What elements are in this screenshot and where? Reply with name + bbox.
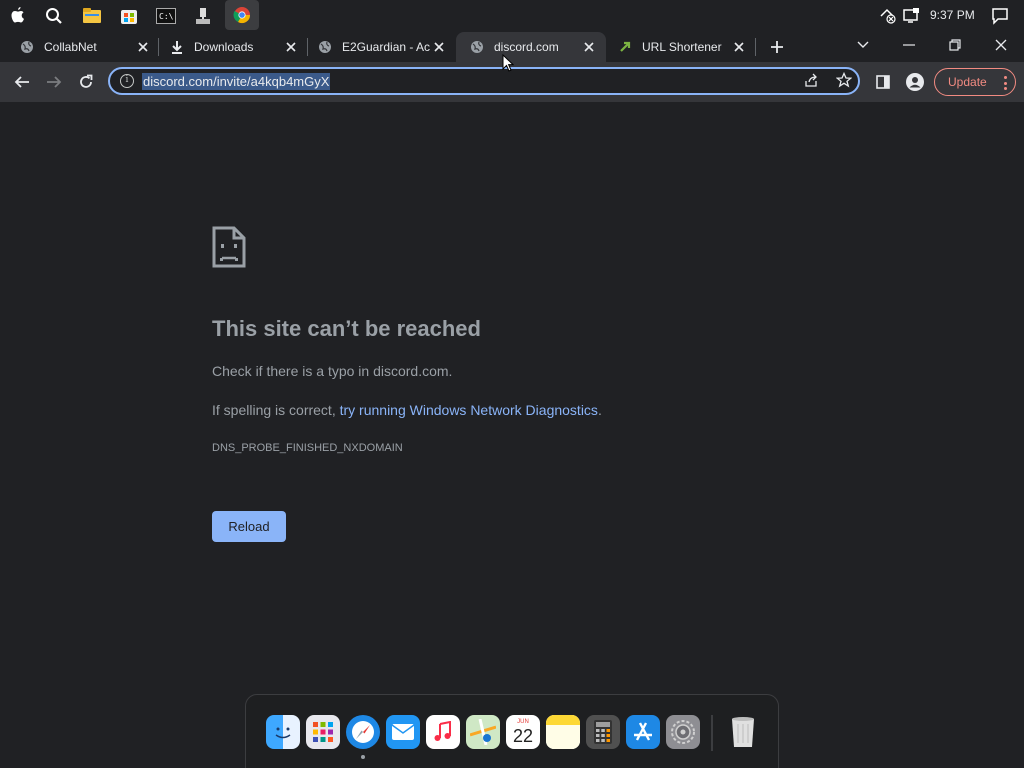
tab-downloads[interactable]: Downloads (150, 32, 308, 62)
new-tab-button[interactable] (766, 36, 788, 58)
tab-search-chevron-icon[interactable] (851, 36, 875, 54)
profile-avatar-icon[interactable] (903, 70, 927, 94)
running-indicator (361, 755, 365, 759)
system-bar: C:\ 9:37 PM (0, 0, 1024, 32)
music-icon[interactable] (426, 715, 460, 749)
svg-text:C:\: C:\ (159, 12, 174, 21)
tab-discord[interactable]: discord.com (456, 32, 606, 62)
url-text[interactable]: discord.com/invite/a4kqb4mGyX (142, 73, 331, 90)
network-diagnostics-link[interactable]: try running Windows Network Diagnostics (340, 402, 598, 418)
file-explorer-icon[interactable] (80, 4, 104, 28)
store-icon[interactable] (117, 4, 141, 28)
calendar-month: JUN (517, 719, 529, 725)
search-icon[interactable] (42, 4, 66, 28)
network-status-icon[interactable] (876, 4, 900, 28)
download-icon (170, 40, 184, 54)
close-icon[interactable] (136, 40, 150, 54)
side-panel-icon[interactable] (871, 70, 895, 94)
notes-body (546, 725, 580, 749)
dock-separator (711, 715, 713, 751)
bookmark-star-icon[interactable] (835, 71, 853, 93)
globe-icon (318, 40, 332, 54)
close-icon[interactable] (432, 40, 446, 54)
tab-title: CollabNet (44, 40, 97, 54)
chrome-taskbar-icon[interactable] (225, 0, 259, 30)
display-icon[interactable] (899, 4, 923, 28)
app-store-icon[interactable] (626, 715, 660, 749)
restore-button[interactable] (943, 36, 967, 54)
calendar-day: 22 (512, 726, 534, 746)
close-icon[interactable] (284, 40, 298, 54)
finder-icon[interactable] (266, 715, 300, 749)
suggestion-prefix: If spelling is correct, (212, 402, 340, 418)
sad-page-icon (212, 226, 246, 273)
tab-title: E2Guardian - Ac (342, 40, 430, 54)
mouse-cursor-icon (502, 53, 515, 77)
dock: JUN 22 (245, 694, 779, 768)
reload-icon[interactable] (74, 70, 98, 94)
notification-icon[interactable] (988, 4, 1012, 28)
apple-icon[interactable] (6, 4, 30, 28)
tab-url-shortener[interactable]: URL Shortener, I (598, 32, 756, 62)
info-icon[interactable]: i (120, 74, 134, 88)
launchpad-icon[interactable] (306, 715, 340, 749)
globe-icon (470, 40, 484, 54)
minimize-button[interactable] (897, 36, 921, 54)
forward-button[interactable] (42, 70, 66, 94)
notes-header (546, 715, 580, 725)
link-icon (618, 40, 632, 54)
tab-collabnet[interactable]: CollabNet (0, 32, 160, 62)
kebab-menu-icon[interactable] (1003, 76, 1007, 90)
error-title: This site can’t be reached (212, 316, 481, 341)
error-suggestion: If spelling is correct, try running Wind… (212, 402, 602, 418)
close-icon[interactable] (732, 40, 746, 54)
suggestion-suffix: . (597, 402, 602, 418)
network-icon[interactable] (191, 4, 215, 28)
update-button[interactable]: Update (934, 68, 1016, 96)
error-page: This site can’t be reached Check if ther… (0, 102, 1024, 768)
tab-title: Downloads (194, 40, 254, 54)
share-icon[interactable] (804, 72, 820, 93)
mail-icon[interactable] (386, 715, 420, 749)
terminal-icon[interactable]: C:\ (154, 4, 178, 28)
reload-button[interactable]: Reload (212, 511, 286, 542)
maps-icon[interactable] (466, 715, 500, 749)
calendar-icon[interactable]: JUN 22 (506, 715, 540, 749)
close-window-button[interactable] (989, 36, 1013, 54)
system-settings-icon[interactable] (666, 715, 700, 749)
tab-separator (755, 38, 756, 56)
tab-title: URL Shortener, I (642, 40, 722, 54)
trash-icon[interactable] (726, 715, 760, 749)
globe-icon (20, 40, 34, 54)
update-label: Update (948, 75, 987, 89)
tab-e2guardian[interactable]: E2Guardian - Ac (298, 32, 456, 62)
address-bar[interactable]: i discord.com/invite/a4kqb4mGyX (108, 67, 860, 95)
back-button[interactable] (10, 70, 34, 94)
error-code: DNS_PROBE_FINISHED_NXDOMAIN (212, 442, 403, 454)
safari-icon[interactable] (346, 715, 380, 749)
system-clock[interactable]: 9:37 PM (930, 8, 975, 22)
notes-icon[interactable] (546, 715, 580, 749)
close-icon[interactable] (582, 40, 596, 54)
calculator-icon[interactable] (586, 715, 620, 749)
tab-title: discord.com (494, 40, 559, 54)
error-hint: Check if there is a typo in discord.com. (212, 363, 453, 379)
